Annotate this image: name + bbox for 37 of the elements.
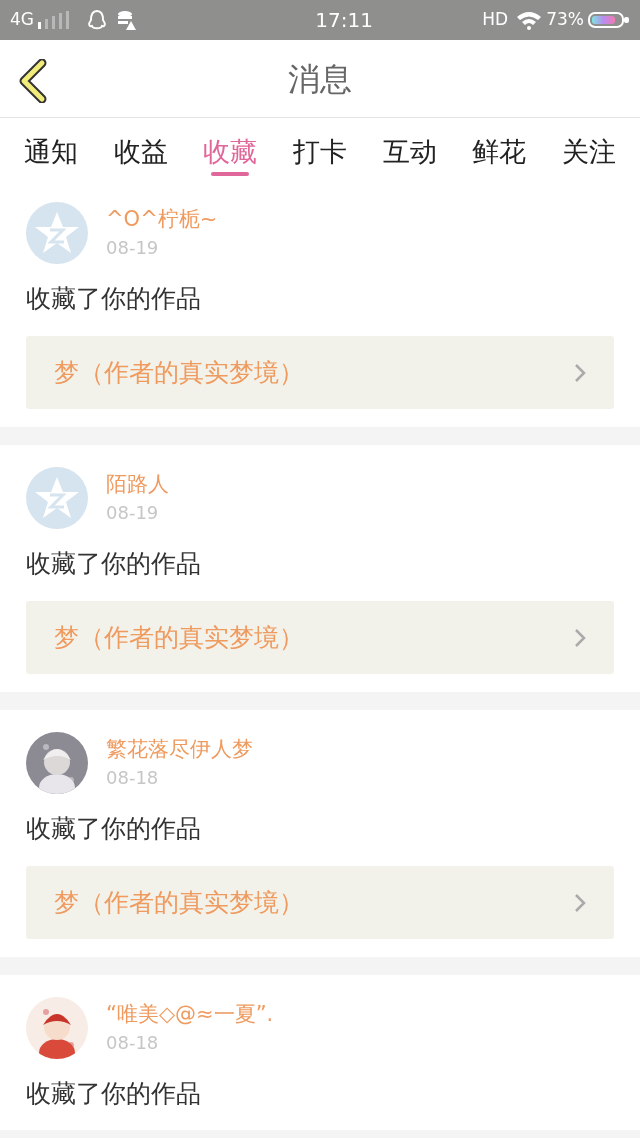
battery-icon <box>588 11 630 29</box>
tab-indicator <box>211 172 250 176</box>
wifi-icon <box>516 10 543 30</box>
tab[interactable]: 通知 <box>24 118 78 176</box>
work-link[interactable]: 梦（作者的真实梦境） <box>26 601 614 674</box>
default-avatar-icon <box>26 467 88 529</box>
message-date: 08-18 <box>106 1031 160 1055</box>
user-name[interactable]: ^O^柠栀~ <box>106 204 218 234</box>
network-label: 4G <box>10 8 34 32</box>
message-date: 08-19 <box>106 501 160 525</box>
chevron-right-icon <box>574 362 586 383</box>
work-link[interactable]: 梦（作者的真实梦境） <box>26 336 614 409</box>
penguin-icon <box>86 9 108 31</box>
message-date: 08-19 <box>106 236 160 260</box>
tab[interactable]: 收藏 <box>203 118 258 176</box>
message-text: 收藏了你的作品 <box>26 813 202 845</box>
message-date: 08-18 <box>106 766 160 790</box>
tab[interactable]: 收益 <box>113 118 168 176</box>
tab[interactable]: 打卡 <box>292 118 347 176</box>
default-avatar-icon <box>26 202 88 264</box>
chevron-right-icon <box>574 892 586 913</box>
work-link[interactable]: 梦（作者的真实梦境） <box>26 866 614 939</box>
tab[interactable]: 鲜花 <box>472 118 527 176</box>
page-title: 消息 <box>288 58 352 100</box>
user-name[interactable]: 繁花落尽伊人梦 <box>106 734 253 764</box>
chevron-right-icon <box>574 627 586 648</box>
user-name[interactable]: 陌路人 <box>106 469 169 499</box>
battery-percent: 73% <box>546 8 584 32</box>
message-text: 收藏了你的作品 <box>26 1078 202 1110</box>
message-text: 收藏了你的作品 <box>26 283 202 315</box>
clock-time: 17:11 <box>314 7 373 34</box>
user-name[interactable]: “唯美◇@≈一夏”. <box>106 999 274 1029</box>
message-text: 收藏了你的作品 <box>26 548 202 580</box>
tab[interactable]: 互动 <box>382 118 437 176</box>
signal-icon <box>38 11 70 29</box>
hd-label: HD <box>482 8 509 32</box>
tab[interactable]: 关注 <box>561 118 616 176</box>
